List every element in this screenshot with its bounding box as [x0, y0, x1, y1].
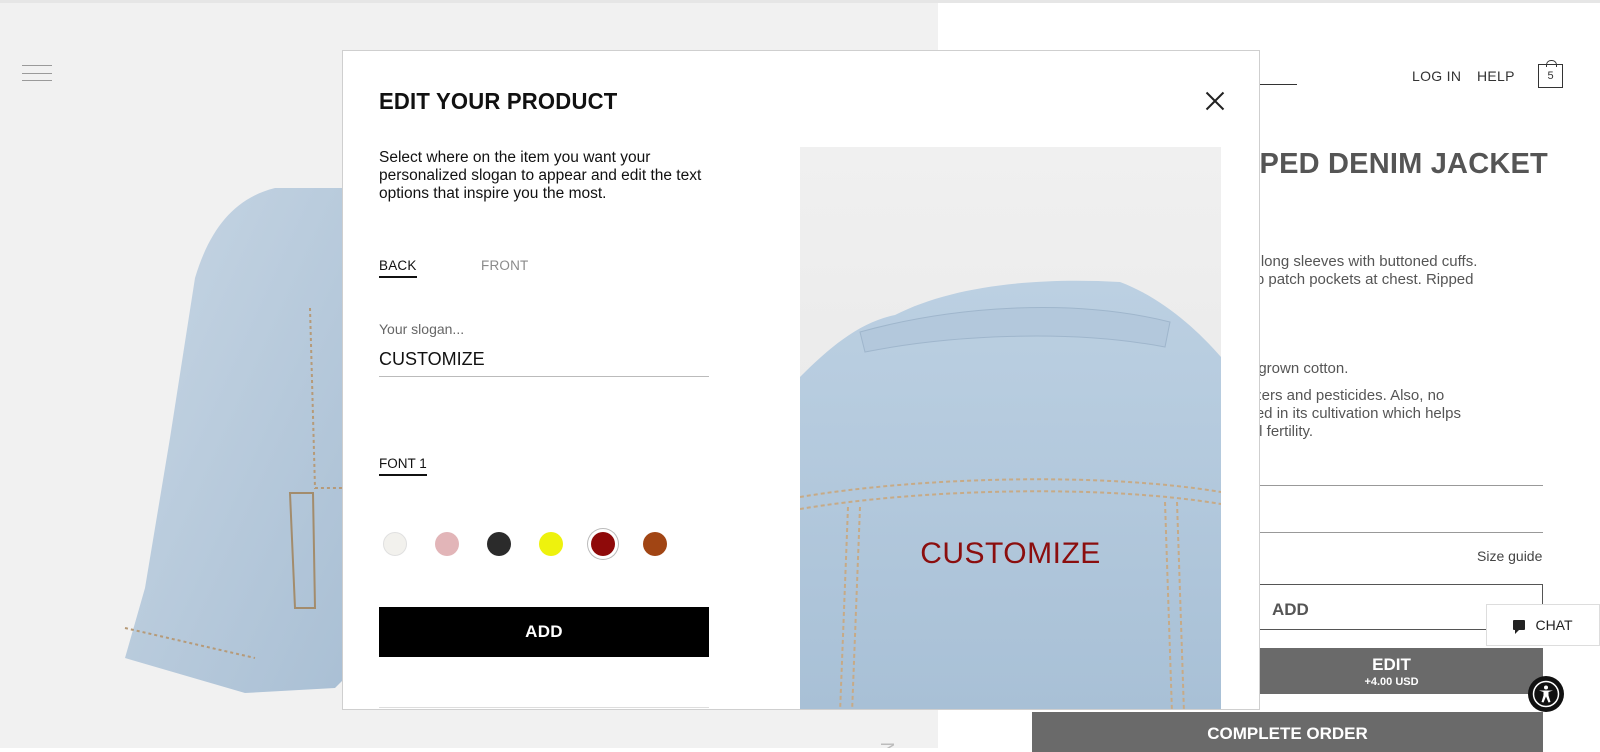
- color-swatch-black[interactable]: [487, 532, 511, 556]
- jacket-image: [124, 188, 355, 693]
- color-swatch-rust[interactable]: [643, 532, 667, 556]
- modal-title: EDIT YOUR PRODUCT: [379, 88, 618, 114]
- vertical-label: N: [876, 742, 897, 748]
- shopping-bag-icon[interactable]: 5: [1538, 60, 1563, 88]
- care-line: tilizers and pesticides. Also, no: [1240, 387, 1445, 404]
- tab-back[interactable]: BACK: [379, 258, 417, 278]
- divider: [1240, 485, 1543, 486]
- edit-product-button[interactable]: EDIT +4.00 USD: [1240, 648, 1543, 694]
- cart-count: 5: [1547, 70, 1554, 82]
- accessibility-figure: [1532, 680, 1560, 708]
- accessibility-icon[interactable]: [1528, 676, 1564, 712]
- font-selector[interactable]: FONT 1: [379, 456, 427, 476]
- product-preview: CUSTOMIZE: [800, 147, 1221, 709]
- product-title: PPED DENIM JACKET: [1240, 148, 1548, 180]
- color-swatch-dark-red[interactable]: [591, 532, 615, 556]
- close-icon[interactable]: [1203, 89, 1227, 113]
- chat-button[interactable]: CHAT: [1486, 604, 1600, 646]
- size-guide-link[interactable]: Size guide: [1477, 548, 1542, 564]
- divider: [379, 707, 709, 708]
- preview-slogan: CUSTOMIZE: [920, 537, 1101, 570]
- jacket-back-image: [800, 147, 1221, 709]
- edit-product-modal: EDIT YOUR PRODUCT Select where on the it…: [342, 50, 1260, 710]
- edit-price: +4.00 USD: [1364, 676, 1419, 688]
- color-swatch-yellow[interactable]: [539, 532, 563, 556]
- help-link[interactable]: HELP: [1477, 68, 1515, 84]
- edit-label: EDIT: [1372, 655, 1411, 674]
- slogan-input[interactable]: [379, 343, 709, 377]
- product-description-line: nd long sleeves with buttoned cuffs.: [1240, 253, 1478, 270]
- divider: [1240, 532, 1543, 533]
- color-swatch-pink[interactable]: [435, 532, 459, 556]
- slogan-label: Your slogan...: [379, 321, 465, 337]
- chat-label: CHAT: [1535, 617, 1573, 633]
- add-button[interactable]: ADD: [379, 607, 709, 657]
- login-link[interactable]: LOG IN: [1412, 68, 1461, 84]
- chat-bubble-icon: [1513, 620, 1526, 634]
- color-swatches: [383, 532, 667, 556]
- complete-order-button[interactable]: COMPLETE ORDER: [1032, 712, 1543, 752]
- care-line: used in its cultivation which helps: [1240, 405, 1461, 422]
- modal-description: Select where on the item you want your p…: [379, 149, 702, 202]
- color-swatch-off-white[interactable]: [383, 532, 407, 556]
- product-description-line: flap patch pockets at chest. Ripped: [1240, 271, 1474, 288]
- hamburger-menu-icon[interactable]: [22, 65, 52, 81]
- tab-front[interactable]: FRONT: [481, 258, 529, 276]
